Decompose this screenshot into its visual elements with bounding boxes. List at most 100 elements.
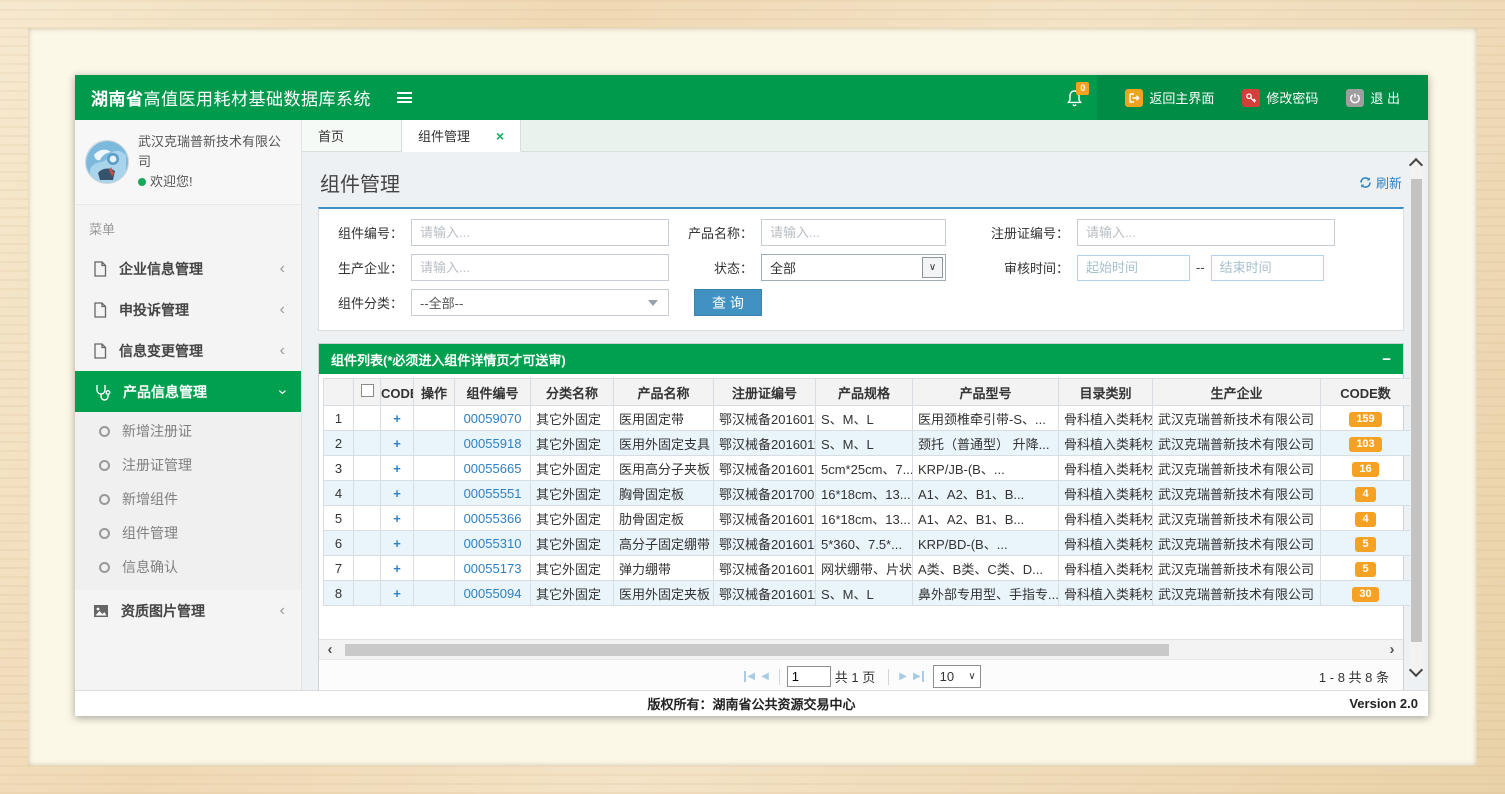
row-number-cell: 8 (324, 581, 354, 606)
expand-cell: + (381, 431, 414, 456)
expand-row-icon[interactable]: + (393, 461, 401, 476)
sidebar-subitem-label: 新增组件 (122, 489, 178, 509)
catalog-cell: 骨科植入类耗材 (1059, 456, 1153, 481)
reg-no-cell: 鄂汉械备20170072 (714, 481, 816, 506)
chevron-left-icon: ‹ (280, 343, 285, 359)
manufacturer-cell: 武汉克瑞普新技术有限公司 (1153, 431, 1321, 456)
component-code-link[interactable]: 00055173 (464, 561, 522, 576)
tab-component-mgmt[interactable]: 组件管理 × (402, 120, 521, 152)
audit-end-input[interactable] (1211, 255, 1324, 281)
horizontal-scroll-thumb[interactable] (345, 644, 1169, 656)
page-number-input[interactable] (787, 666, 831, 687)
component-table: CODE数操作组件编号分类名称产品名称注册证编号产品规格产品型号目录类别生产企业… (323, 378, 1411, 606)
page-size-value: 10 (934, 669, 969, 684)
operation-cell (414, 456, 455, 481)
expand-row-icon[interactable]: + (393, 511, 401, 526)
tab-home[interactable]: 首页 (302, 120, 402, 151)
refresh-button[interactable]: 刷新 (1359, 173, 1402, 192)
page-title: 组件管理 (320, 168, 400, 197)
sidebar-subitem-registration-mgmt[interactable]: 注册证管理 (75, 448, 301, 482)
sidebar-subitem-new-registration[interactable]: 新增注册证 (75, 414, 301, 448)
scroll-up-arrow-icon[interactable] (1409, 158, 1423, 172)
code-count-badge: 30 (1352, 587, 1378, 602)
category-cell: 其它外固定 (531, 531, 614, 556)
component-code-link[interactable]: 00055551 (464, 486, 522, 501)
sidebar-item-enterprise-info[interactable]: 企业信息管理 ‹ (75, 248, 301, 289)
product-info-submenu: 新增注册证 注册证管理 新增组件 组件管理 (75, 412, 301, 590)
component-code-link[interactable]: 00055366 (464, 511, 522, 526)
sidebar-subitem-new-component[interactable]: 新增组件 (75, 482, 301, 516)
expand-row-icon[interactable]: + (393, 561, 401, 576)
reg-no-input[interactable] (1077, 219, 1335, 246)
row-number-cell: 4 (324, 481, 354, 506)
component-code-link[interactable]: 00055665 (464, 461, 522, 476)
sidebar-item-product-info[interactable]: 产品信息管理 ‹ (75, 371, 301, 412)
manufacturer-input[interactable] (411, 254, 669, 281)
select-all-checkbox[interactable] (361, 384, 374, 397)
component-code-link[interactable]: 00055918 (464, 436, 522, 451)
vertical-scroll-thumb[interactable] (1411, 179, 1422, 642)
category-dropdown[interactable]: --全部-- (411, 289, 669, 316)
change-password-button[interactable]: 修改密码 (1242, 88, 1318, 107)
column-header-7: 注册证编号 (714, 379, 816, 406)
logout-button[interactable]: 退 出 (1346, 88, 1400, 107)
chevron-left-icon: ‹ (280, 261, 285, 277)
sidebar-item-info-change[interactable]: 信息变更管理 ‹ (75, 330, 301, 371)
expand-row-icon[interactable]: + (393, 536, 401, 551)
search-button[interactable]: 查 询 (694, 289, 762, 316)
sidebar-subitem-info-confirm[interactable]: 信息确认 (75, 550, 301, 584)
catalog-cell: 骨科植入类耗材 (1059, 431, 1153, 456)
prev-page-button[interactable]: ◀ (761, 671, 769, 682)
horizontal-scrollbar[interactable]: ‹ › (319, 639, 1403, 659)
app-header: 湖南省高值医用耗材基础数据库系统 0 返回主界面 (75, 75, 1428, 120)
expand-cell: + (381, 481, 414, 506)
list-panel-title: 组件列表(*必须进入组件详情页才可送审) (331, 350, 566, 369)
sidebar-item-label: 申投诉管理 (119, 300, 189, 320)
collapse-panel-button[interactable]: − (1382, 352, 1391, 367)
hamburger-icon[interactable] (397, 92, 412, 103)
spec-cell: 16*18cm、13... (816, 481, 913, 506)
model-cell: 医用颈椎牵引带-S、... (913, 406, 1059, 431)
component-code-link[interactable]: 00055094 (464, 586, 522, 601)
first-page-button[interactable]: ◀ (744, 671, 755, 682)
component-code-link[interactable]: 00059070 (464, 411, 522, 426)
product-name-label: 产品名称： (681, 223, 761, 242)
expand-row-icon[interactable]: + (393, 586, 401, 601)
expand-row-icon[interactable]: + (393, 436, 401, 451)
version-text: Version 2.0 (1349, 696, 1418, 711)
manufacturer-cell: 武汉克瑞普新技术有限公司 (1153, 556, 1321, 581)
expand-row-icon[interactable]: + (393, 411, 401, 426)
total-pages-label: 共 1 页 (835, 667, 875, 686)
row-checkbox-cell (354, 406, 381, 431)
operation-cell (414, 481, 455, 506)
next-page-button[interactable]: ▶ (899, 671, 907, 682)
component-list-panel: 组件列表(*必须进入组件详情页才可送审) − CODE数操作组件编号分类名称产品… (318, 343, 1404, 690)
spec-cell: S、M、L (816, 581, 913, 606)
notifications-button[interactable]: 0 (1051, 75, 1097, 120)
code-count-cell: 4 (1321, 481, 1411, 506)
tab-home-label: 首页 (318, 126, 344, 145)
component-code-cell: 00055551 (455, 481, 531, 506)
vertical-scrollbar[interactable] (1410, 157, 1423, 678)
status-select[interactable]: 全部 ∨ (761, 254, 946, 281)
return-home-button[interactable]: 返回主界面 (1125, 88, 1214, 107)
tab-close-icon[interactable]: × (496, 128, 504, 144)
sidebar-subitem-component-mgmt[interactable]: 组件管理 (75, 516, 301, 550)
scroll-down-arrow-icon[interactable] (1409, 663, 1423, 677)
component-no-input[interactable] (411, 219, 669, 246)
sidebar-item-qualification-images[interactable]: 资质图片管理 ‹ (75, 590, 301, 631)
scroll-right-arrow-icon[interactable]: › (1381, 640, 1403, 660)
row-number-cell: 2 (324, 431, 354, 456)
product-name-cell: 高分子固定绷带 (614, 531, 714, 556)
manufacturer-cell: 武汉克瑞普新技术有限公司 (1153, 481, 1321, 506)
scroll-left-arrow-icon[interactable]: ‹ (319, 640, 341, 660)
component-code-cell: 00055173 (455, 556, 531, 581)
sidebar-item-complaints[interactable]: 申投诉管理 ‹ (75, 289, 301, 330)
page-size-select[interactable]: 10 ∨ (933, 665, 981, 688)
audit-start-input[interactable] (1077, 255, 1190, 281)
code-count-badge: 4 (1355, 487, 1375, 502)
last-page-button[interactable]: ▶ (913, 671, 924, 682)
product-name-input[interactable] (761, 219, 946, 246)
component-code-link[interactable]: 00055310 (464, 536, 522, 551)
expand-row-icon[interactable]: + (393, 486, 401, 501)
